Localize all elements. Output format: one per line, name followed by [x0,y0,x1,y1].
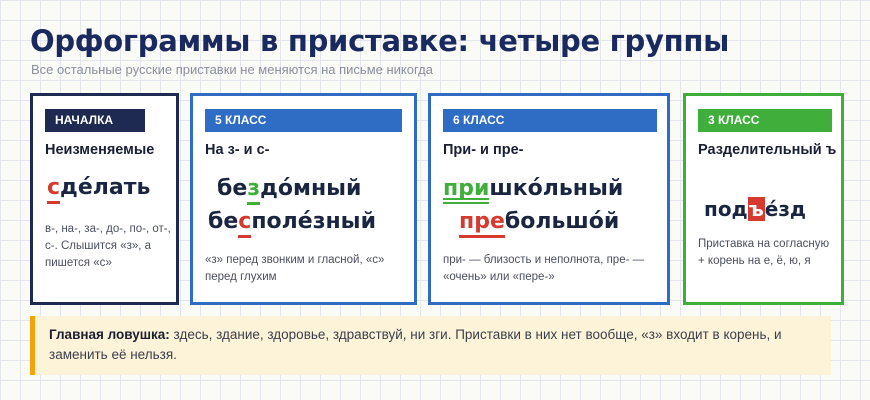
word-start: бе [208,209,239,234]
card-note: при- — близость и неполнота, пре- — «оче… [443,254,645,283]
word-start: бе [217,176,248,201]
page-subtitle: Все остальные русские приставки не меняю… [31,62,433,77]
word-prefix: при [443,176,490,204]
word-rest: шко́льный [489,176,624,201]
grade-badge: 6 КЛАСС [443,109,657,132]
grade-badge: 3 КЛАСС [698,109,832,132]
trap-label: Главная ловушка: [49,327,170,342]
word-rest: е́зд [764,197,807,221]
example-word: сде́лать [47,175,151,204]
example-word: пребольшо́й [459,209,620,238]
word-letter: с [238,209,252,238]
card-note: в-, на-, за-, до-, по-, от-, с-. Слышитс… [45,223,171,269]
card-hard-sign: 3 КЛАСС Разделительный ъ подъе́зд Приста… [683,93,844,305]
example-word: бесполе́зный [208,209,376,238]
card-unchangeable: НАЧАЛКА Неизменяемые сде́лать в-, на-, з… [30,93,179,305]
grade-badge: 5 КЛАСС [205,109,402,132]
card-z-s: 5 КЛАСС На з- и с- бездо́мный бесполе́зн… [190,93,417,305]
card-pri-pre: 6 КЛАСС При- и пре- пришко́льный преболь… [428,93,670,305]
grade-badge: НАЧАЛКА [45,109,145,132]
word-letter: ъ [747,197,765,221]
word-start: под [704,197,748,221]
trap-callout: Главная ловушка: здесь, здание, здоровье… [30,316,831,375]
word-rest: де́лать [60,175,151,200]
card-note: «з» перед звонким и гласной, «с» перед г… [205,254,385,283]
example-word: пришко́льный [443,176,624,204]
example-word: бездо́мный [217,176,362,205]
page-title: Орфограммы в приставке: четыре группы [30,24,729,58]
card-note: Приставка на согласную + корень на е, ё,… [698,238,830,267]
word-letter: з [247,176,261,205]
word-rest: до́мный [260,176,362,201]
word-prefix: с [47,175,61,204]
word-rest: большо́й [504,209,620,234]
word-prefix: пре [459,209,505,238]
card-title: На з- и с- [205,142,270,158]
word-rest: поле́зный [251,209,376,234]
card-title: При- и пре- [443,142,524,158]
example-word: подъе́зд [704,197,806,221]
card-title: Разделительный ъ [698,142,837,158]
card-title: Неизменяемые [45,142,155,158]
